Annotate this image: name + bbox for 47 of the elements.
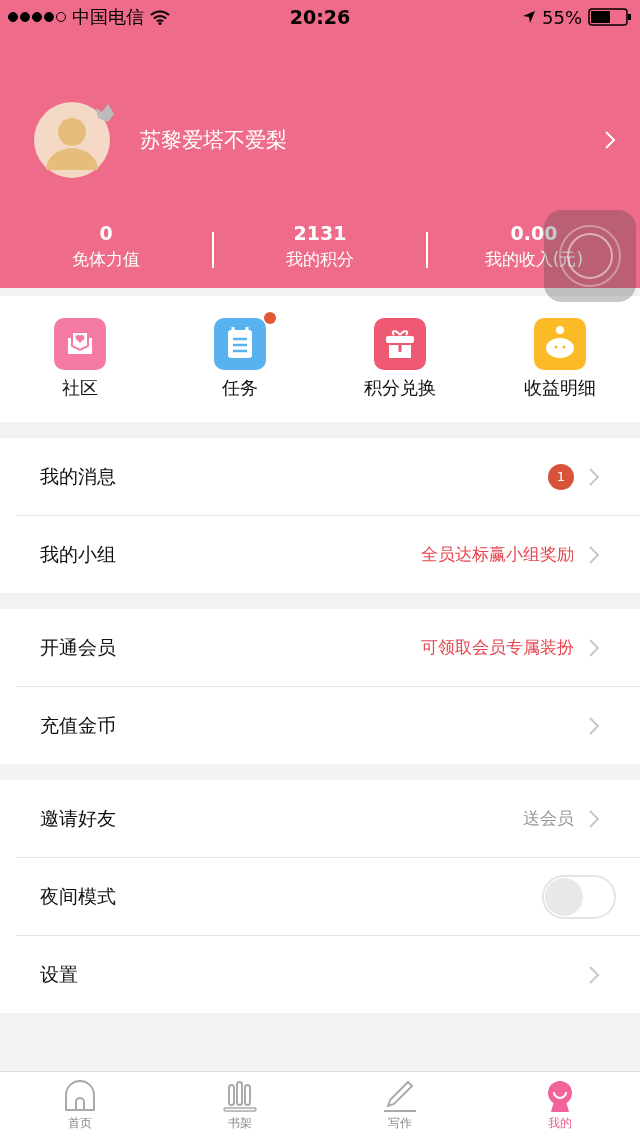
- shortcut-label[interactable]: 社区: [62, 376, 98, 400]
- location-arrow-icon: [522, 10, 536, 24]
- menu-item[interactable]: 夜间模式: [40, 883, 528, 910]
- count-badge: 1: [548, 463, 574, 490]
- row-detail: 可领取会员专属装扮: [421, 636, 574, 659]
- stat-value: 0.00: [510, 222, 558, 244]
- stat-label: 我的积分: [286, 248, 354, 271]
- chevron-icon: [588, 544, 600, 565]
- battery-icon: [588, 8, 632, 26]
- shortcut-label[interactable]: 积分兑换: [364, 376, 436, 400]
- gift-icon[interactable]: [374, 318, 426, 370]
- income-icon[interactable]: [534, 318, 586, 370]
- bars-icon: [222, 1078, 258, 1113]
- chevron-icon: [588, 715, 600, 736]
- menu-item[interactable]: 邀请好友: [40, 805, 509, 832]
- chevron-icon: [588, 808, 600, 829]
- shortcut-label[interactable]: 收益明细: [524, 376, 596, 400]
- stat-label: 我的收入(元): [484, 248, 584, 271]
- toggle-switch[interactable]: [542, 874, 616, 919]
- chevron-icon: [604, 130, 616, 150]
- battery-percent: 55%: [542, 6, 582, 28]
- home-icon: [62, 1078, 98, 1113]
- stat-label: 免体力值: [72, 248, 140, 271]
- tab[interactable]: 书架: [160, 1072, 320, 1138]
- chevron-icon: [588, 964, 600, 985]
- shortcut-label[interactable]: 任务: [222, 376, 258, 400]
- tab[interactable]: 写作: [320, 1072, 480, 1138]
- stat-value: 0: [99, 222, 113, 244]
- stat-value: 2131: [293, 222, 347, 244]
- wifi-icon: [150, 9, 170, 25]
- menu-item[interactable]: 开通会员: [40, 634, 407, 661]
- avatar-image[interactable]: [32, 100, 112, 180]
- menu-item[interactable]: 设置: [40, 961, 574, 988]
- clock-time: 20:26: [289, 6, 351, 28]
- tab[interactable]: 首页: [0, 1072, 160, 1138]
- tasks-icon[interactable]: [214, 318, 266, 370]
- menu-item[interactable]: 充值金币: [40, 712, 574, 739]
- menu-item[interactable]: 我的小组: [40, 541, 407, 568]
- chevron-icon: [588, 466, 600, 487]
- menu-item[interactable]: 我的消息: [40, 463, 534, 490]
- chevron-icon: [588, 637, 600, 658]
- row-detail: 送会员: [523, 807, 574, 830]
- row-detail: 全员达标赢小组奖励: [421, 543, 574, 566]
- pencil-icon: [382, 1078, 418, 1113]
- community-icon[interactable]: [54, 318, 106, 370]
- carrier-name: 中国电信: [72, 5, 144, 29]
- signal-icon: [8, 12, 66, 22]
